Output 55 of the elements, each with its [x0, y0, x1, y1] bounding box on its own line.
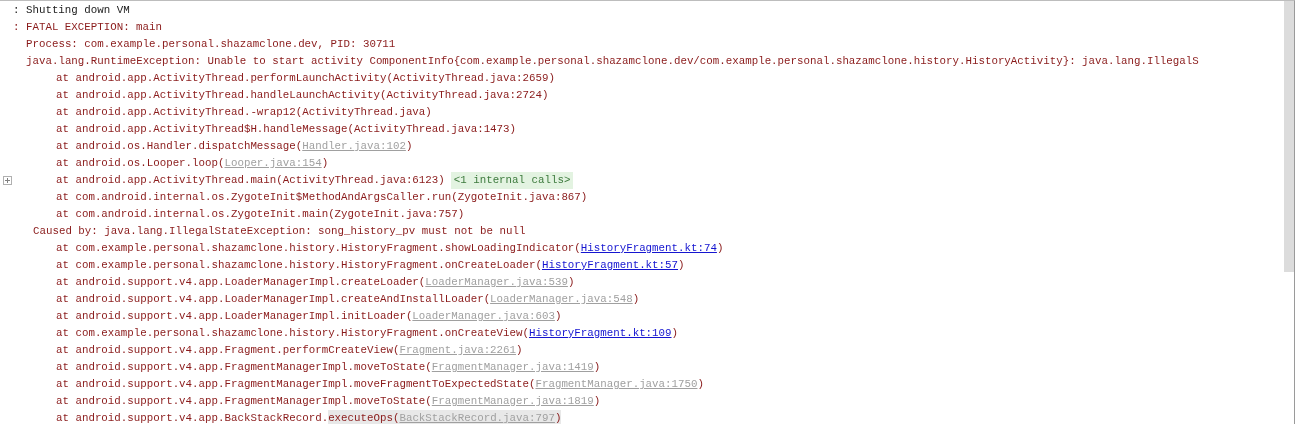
- log-text: java.lang.RuntimeException: Unable to start activity ComponentInfo{com.example.personal.shazamclone.dev/com.example.personal.shazamclone.history.HistoryActivity}: java.lang.IllegalS: [26, 54, 1199, 69]
- scrollbar-thumb[interactable]: [1284, 1, 1294, 272]
- source-link[interactable]: Fragment.java:2261: [399, 342, 517, 359]
- log-text: : Shutting down VM: [13, 3, 130, 18]
- log-text: executeOps(: [328, 410, 400, 424]
- source-link[interactable]: LoaderManager.java:603: [412, 308, 555, 325]
- log-text: at android.support.v4.app.FragmentManagerImpl.moveFragmentToExpectedState(: [56, 377, 536, 392]
- source-link[interactable]: BackStackRecord.java:797: [399, 410, 555, 424]
- log-text: at android.os.Looper.loop(: [56, 156, 225, 171]
- log-text: Caused by: java.lang.IllegalStateException: song_history_pv must not be null: [33, 224, 526, 239]
- expand-icon[interactable]: [3, 176, 12, 185]
- log-text: ): [554, 410, 562, 424]
- log-text: at android.app.ActivityThread.main(ActivityThread.java:6123): [56, 173, 445, 188]
- source-link[interactable]: FragmentManager.java:1819: [431, 393, 594, 410]
- source-link[interactable]: HistoryFragment.kt:74: [580, 240, 717, 257]
- source-link[interactable]: Handler.java:102: [302, 138, 406, 155]
- log-text: ): [716, 241, 724, 256]
- log-text: at com.example.personal.shazamclone.history.HistoryFragment.showLoadingIndicator(: [56, 241, 581, 256]
- log-text: at android.support.v4.app.Fragment.performCreateView(: [56, 343, 400, 358]
- log-text: ): [516, 343, 523, 358]
- log-text: at com.android.internal.os.ZygoteInit.main(ZygoteInit.java:757): [56, 207, 465, 222]
- log-text: ): [593, 360, 601, 375]
- internal-calls-badge[interactable]: <1 internal calls>: [450, 172, 574, 189]
- log-text: at android.support.v4.app.LoaderManagerImpl.createLoader(: [56, 275, 426, 290]
- log-text: at com.android.internal.os.ZygoteInit$MethodAndArgsCaller.run(ZygoteInit.java:867): [56, 190, 588, 205]
- source-link[interactable]: Looper.java:154: [224, 155, 322, 172]
- log-text: at android.support.v4.app.FragmentManagerImpl.moveToState(: [56, 360, 432, 375]
- source-link[interactable]: FragmentManager.java:1419: [431, 359, 594, 376]
- source-link[interactable]: LoaderManager.java:539: [425, 274, 568, 291]
- log-text: ): [632, 292, 640, 307]
- source-link[interactable]: HistoryFragment.kt:109: [529, 325, 672, 342]
- log-text: ): [671, 326, 678, 341]
- log-text: at android.support.v4.app.LoaderManagerImpl.initLoader(: [56, 309, 413, 324]
- source-link[interactable]: FragmentManager.java:1750: [535, 376, 698, 393]
- log-text: at android.support.v4.app.BackStackRecord.: [56, 411, 329, 424]
- log-text: at android.app.ActivityThread$H.handleMessage(ActivityThread.java:1473): [56, 122, 517, 137]
- source-link[interactable]: LoaderManager.java:548: [490, 291, 633, 308]
- log-text: ): [321, 156, 329, 171]
- log-text: ): [567, 275, 575, 290]
- log-text: at com.example.personal.shazamclone.history.HistoryFragment.onCreateView(: [56, 326, 529, 341]
- log-text: at android.os.Handler.dispatchMessage(: [56, 139, 303, 154]
- log-text: ): [405, 139, 413, 154]
- log-text: ): [593, 394, 601, 409]
- log-text: at android.app.ActivityThread.-wrap12(ActivityThread.java): [56, 105, 432, 120]
- log-text: ): [678, 258, 685, 273]
- log-text: at android.app.ActivityThread.handleLaunchActivity(ActivityThread.java:2724): [56, 88, 549, 103]
- source-link[interactable]: HistoryFragment.kt:57: [541, 257, 679, 274]
- log-text: ): [554, 309, 562, 324]
- log-text: at android.support.v4.app.FragmentManagerImpl.moveToState(: [56, 394, 432, 409]
- log-text: ): [697, 377, 704, 392]
- log-text: : FATAL EXCEPTION: main: [13, 20, 163, 35]
- log-text: at android.support.v4.app.LoaderManagerImpl.createAndInstallLoader(: [56, 292, 491, 307]
- log-text: at com.example.personal.shazamclone.history.HistoryFragment.onCreateLoader(: [56, 258, 542, 273]
- log-text: at android.app.ActivityThread.performLaunchActivity(ActivityThread.java:2659): [56, 71, 555, 86]
- log-text: Process: com.example.personal.shazamclone.dev, PID: 30711: [26, 37, 396, 52]
